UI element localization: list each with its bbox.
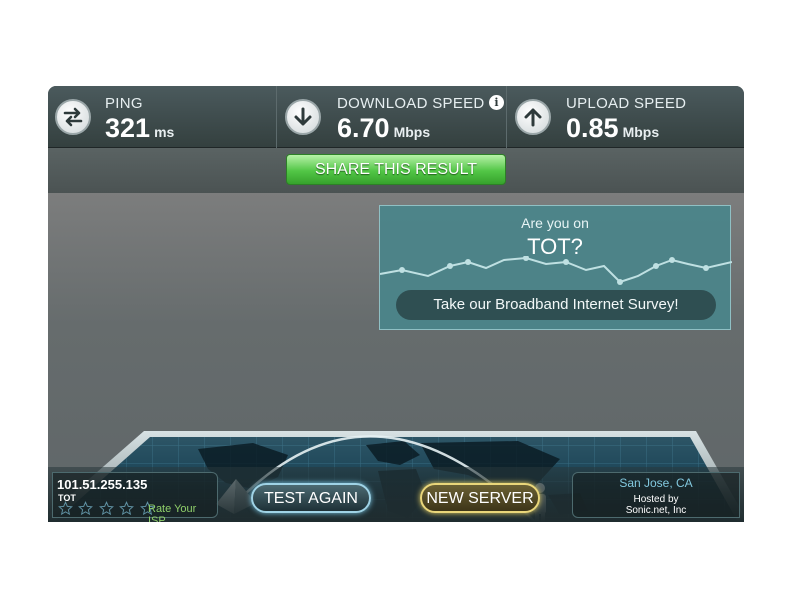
star-icon[interactable] (78, 501, 94, 516)
survey-cta-button[interactable]: Take our Broadband Internet Survey! (396, 290, 716, 320)
download-value-group: 6.70 Mbps (337, 113, 430, 144)
ping-value: 321 (105, 113, 151, 143)
bottom-bar: 101.51.255.135 TOT Rate Your ISP TEST AG… (48, 467, 744, 522)
download-stat: DOWNLOAD SPEED 6.70 Mbps (276, 86, 506, 148)
arrow-down-icon (285, 99, 321, 135)
info-icon[interactable]: i (489, 95, 504, 110)
share-result-button[interactable]: SHARE THIS RESULT (286, 154, 506, 185)
upload-label: UPLOAD SPEED (566, 95, 687, 112)
isp-rating-stars[interactable] (58, 501, 156, 517)
new-server-button[interactable]: NEW SERVER (420, 483, 540, 513)
isp-panel: 101.51.255.135 TOT Rate Your ISP (52, 472, 218, 522)
arrow-up-icon (515, 99, 551, 135)
rate-isp-link[interactable]: Rate Your ISP (148, 503, 217, 522)
survey-ad[interactable]: Are you on TOT? Take our Broadband Inter… (379, 205, 732, 330)
star-icon[interactable] (58, 501, 73, 516)
speedtest-app: PING 321 ms DOWNLOAD SPEED 6.70 Mbps i UPL… (48, 86, 744, 522)
test-again-button[interactable]: TEST AGAIN (251, 483, 371, 513)
server-hosted-label: Hosted by (633, 494, 679, 505)
ping-value-group: 321 ms (105, 113, 174, 144)
upload-value-group: 0.85 Mbps (566, 113, 659, 144)
share-bar: SHARE THIS RESULT (48, 148, 744, 193)
upload-unit: Mbps (622, 124, 660, 140)
download-unit: Mbps (393, 124, 431, 140)
star-icon[interactable] (98, 501, 114, 516)
server-panel: San Jose, CA Hosted by Sonic.net, Inc (572, 472, 740, 518)
server-host: Sonic.net, Inc (625, 505, 687, 516)
upload-value: 0.85 (566, 113, 619, 143)
download-label: DOWNLOAD SPEED (337, 95, 485, 112)
isp-ip-address: 101.51.255.135 (57, 477, 148, 492)
ping-label: PING (105, 95, 143, 112)
server-city: San Jose, CA (619, 476, 693, 490)
swap-arrows-icon (55, 99, 91, 135)
survey-trend-graphic (380, 256, 732, 285)
star-icon[interactable] (119, 501, 135, 516)
stats-bar: PING 321 ms DOWNLOAD SPEED 6.70 Mbps i UPL… (48, 86, 744, 148)
ping-unit: ms (154, 124, 175, 140)
upload-stat: UPLOAD SPEED 0.85 Mbps (506, 86, 744, 148)
ping-stat: PING 321 ms (48, 86, 276, 148)
download-value: 6.70 (337, 113, 390, 143)
survey-question: Are you on (521, 215, 589, 231)
